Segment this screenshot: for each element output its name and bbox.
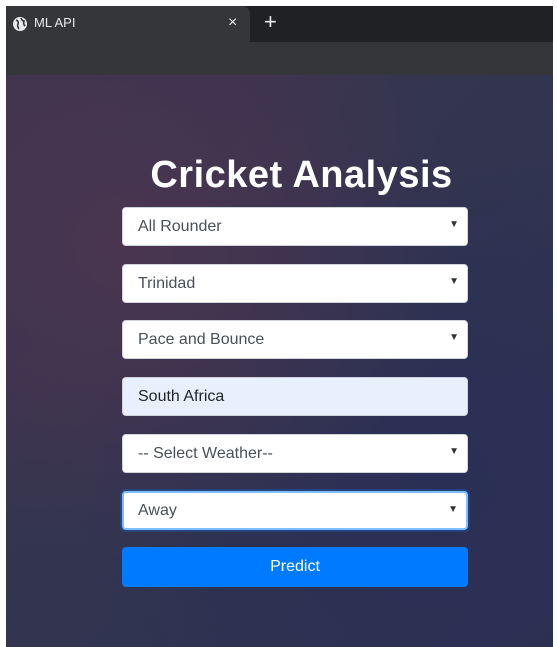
- browser-tab[interactable]: ML API ×: [6, 6, 250, 42]
- weather-select[interactable]: -- Select Weather-- ▼: [122, 434, 468, 473]
- tab-bar: ML API × +: [6, 6, 553, 42]
- new-tab-button[interactable]: +: [264, 10, 277, 34]
- dropdown-arrow-icon: ▼: [449, 446, 459, 457]
- tab-title: ML API: [34, 15, 76, 30]
- close-tab-icon[interactable]: ×: [228, 13, 237, 33]
- dropdown-arrow-icon: ▼: [449, 276, 459, 287]
- dropdown-arrow-icon: ▼: [449, 219, 459, 230]
- match-location-value: Away: [138, 502, 177, 519]
- page-viewport: Cricket Analysis All Rounder ▼ Trinidad …: [6, 75, 553, 647]
- page-title: Cricket Analysis: [150, 154, 453, 196]
- match-location-select[interactable]: Away ▼: [122, 491, 468, 530]
- venue-value: Trinidad: [138, 275, 196, 292]
- predict-button[interactable]: Predict: [122, 547, 468, 587]
- pitch-type-value: Pace and Bounce: [138, 331, 265, 348]
- globe-icon: [13, 17, 27, 31]
- player-role-select[interactable]: All Rounder ▼: [122, 207, 468, 246]
- browser-toolbar: [6, 42, 553, 75]
- dropdown-arrow-icon: ▼: [449, 332, 459, 343]
- browser-window: ML API × + Cricket Analysis All Rounder …: [6, 6, 553, 647]
- player-role-value: All Rounder: [138, 218, 222, 235]
- venue-select[interactable]: Trinidad ▼: [122, 264, 468, 303]
- opponent-input[interactable]: South Africa: [122, 377, 468, 416]
- weather-value: -- Select Weather--: [138, 445, 273, 462]
- dropdown-arrow-icon: ▼: [448, 504, 458, 515]
- opponent-value: South Africa: [138, 388, 225, 405]
- pitch-type-select[interactable]: Pace and Bounce ▼: [122, 320, 468, 359]
